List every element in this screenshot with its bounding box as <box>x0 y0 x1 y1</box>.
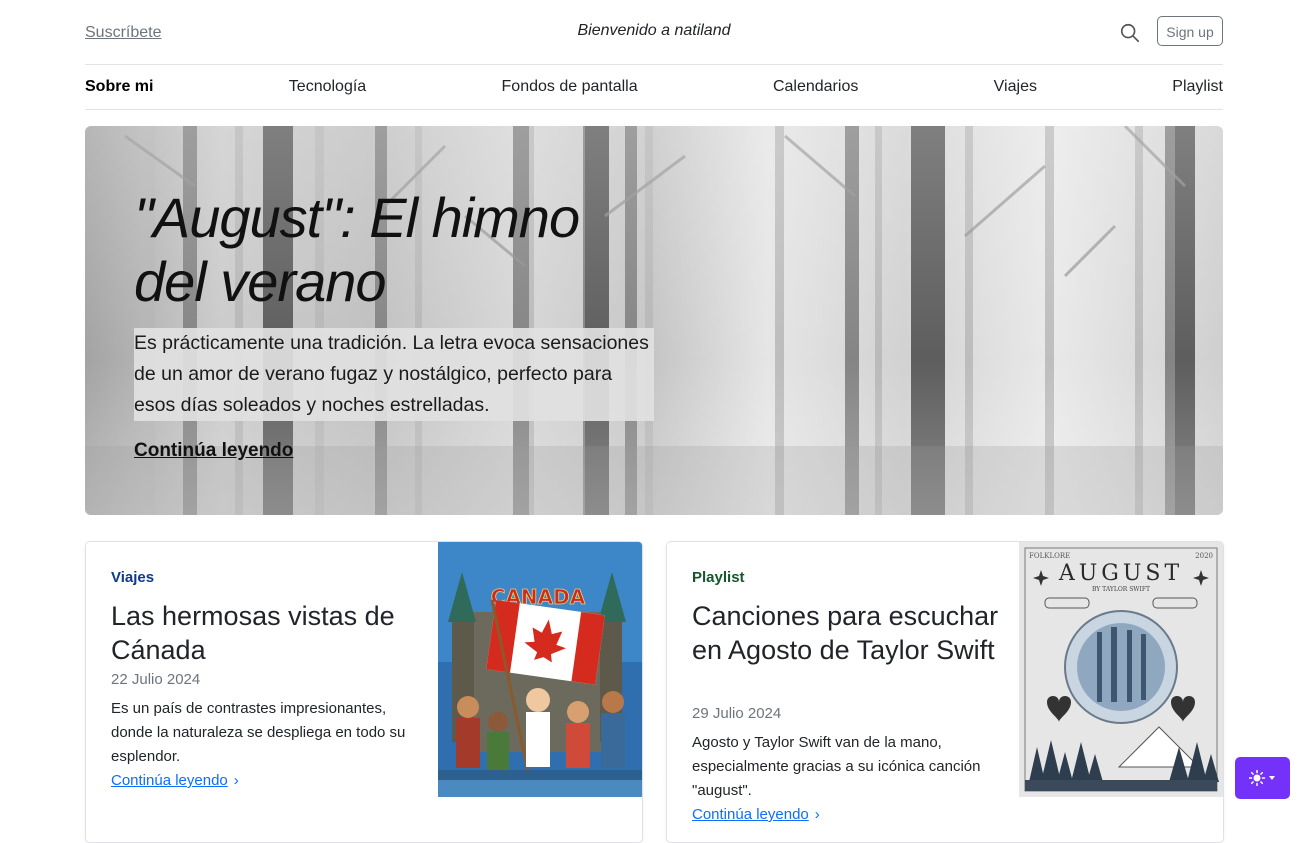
card-date: 29 Julio 2024 <box>692 705 782 722</box>
hero-banner: "August": El himno del verano Es práctic… <box>85 126 1223 515</box>
chevron-right-icon: › <box>233 772 239 789</box>
card-link-label: Continúa leyendo <box>692 806 809 823</box>
card-title: Canciones para escuchar en Agosto de Tay… <box>692 601 999 665</box>
nav-item-calendarios[interactable]: Calendarios <box>773 78 858 96</box>
august-poster-image: FOLKLORE 2020 AUGUST BY TAYLOR SWIFT <box>1019 542 1223 797</box>
sun-icon <box>1248 770 1275 786</box>
poster-title: AUGUST <box>1058 561 1183 586</box>
theme-toggle-button[interactable] <box>1235 757 1290 799</box>
card-text: Agosto y Taylor Swift van de la mano, es… <box>692 734 981 799</box>
card-title: Las hermosas vistas de Cánada <box>111 601 395 665</box>
card-link-label: Continúa leyendo <box>111 772 228 789</box>
nav-item-sobre-mi[interactable]: Sobre mi <box>85 78 153 96</box>
nav-item-fondos-de-pantalla[interactable]: Fondos de pantalla <box>502 78 638 96</box>
nav-item-viajes[interactable]: Viajes <box>994 78 1037 96</box>
nav-item-playlist[interactable]: Playlist <box>1172 78 1223 96</box>
poster-subtitle: BY TAYLOR SWIFT <box>1092 586 1150 593</box>
hero-lead: Es prácticamente una tradición. La letra… <box>134 328 654 421</box>
site-header: Suscríbete Bienvenido a natiland Sign up <box>85 0 1223 65</box>
chevron-right-icon: › <box>814 806 820 823</box>
card-category: Playlist <box>692 569 745 586</box>
card-continue-reading-link[interactable]: Continúa leyendo › <box>692 806 820 823</box>
hero-title: "August": El himno del verano <box>134 186 580 313</box>
poster-label-right: 2020 <box>1195 552 1213 560</box>
site-title: Bienvenido a natiland <box>577 22 731 39</box>
sign-up-button[interactable]: Sign up <box>1157 16 1223 46</box>
card-continue-reading-link[interactable]: Continúa leyendo › <box>111 772 239 789</box>
nav-item-tecnologia[interactable]: Tecnología <box>289 78 366 96</box>
search-icon[interactable] <box>1119 22 1141 44</box>
canada-illustration-image: CANADA <box>438 542 642 797</box>
post-card-viajes: Viajes Las hermosas vistas de Cánada 22 … <box>85 541 643 843</box>
main-nav: Sobre mi Tecnología Fondos de pantalla C… <box>85 65 1223 110</box>
card-date: 22 Julio 2024 <box>111 671 201 688</box>
post-card-playlist: Playlist Canciones para escuchar en Agos… <box>666 541 1224 843</box>
card-text: Es un país de contrastes impresionantes,… <box>111 700 406 765</box>
hero-continue-reading-link[interactable]: Continúa leyendo <box>134 440 293 462</box>
poster-label-left: FOLKLORE <box>1029 552 1070 560</box>
card-category: Viajes <box>111 569 155 586</box>
